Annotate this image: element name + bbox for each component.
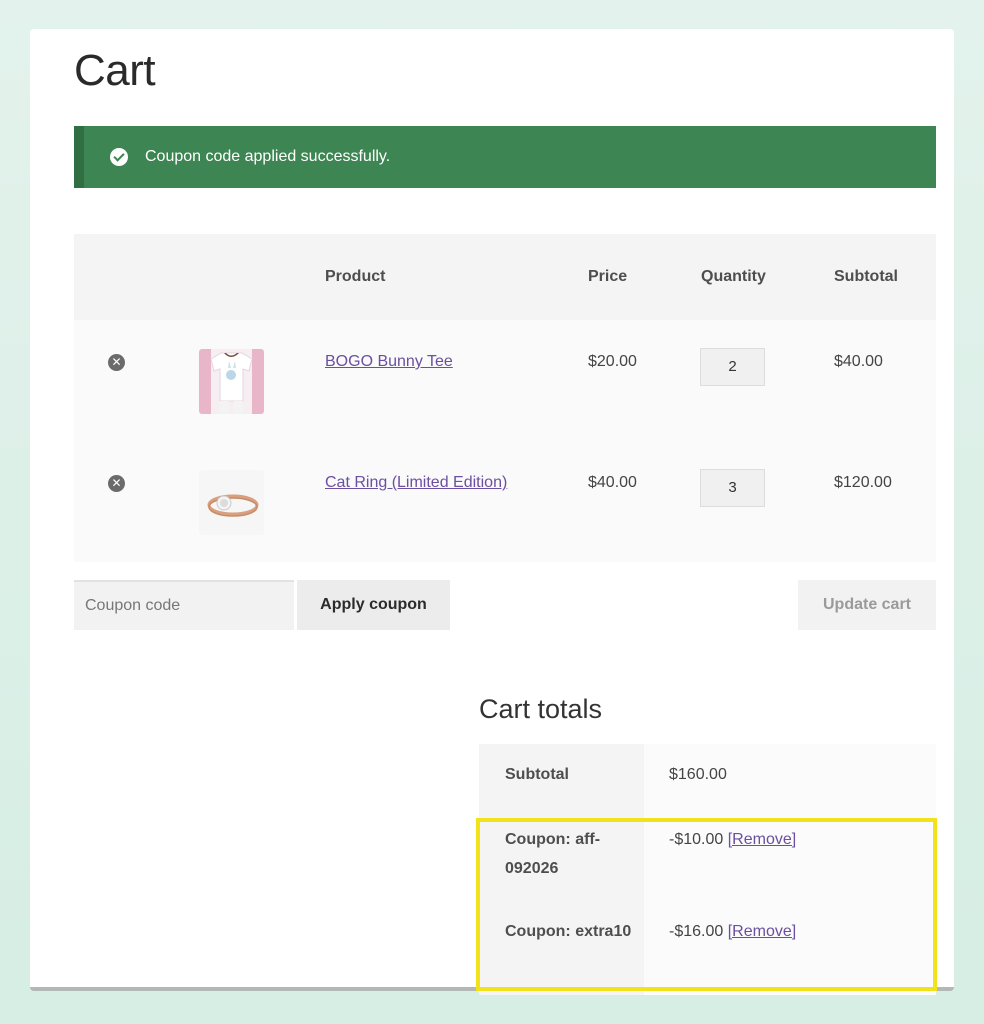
header-quantity: Quantity [701, 268, 766, 285]
coupon-amount-cell: -$16.00 [Remove] [644, 903, 936, 995]
product-price: $20.00 [588, 353, 637, 370]
coupon-label: Coupon: extra10 [479, 903, 644, 995]
table-header: Product Price Quantity Subtotal [74, 234, 936, 320]
success-notice: Coupon code applied successfully. [74, 126, 936, 188]
ring-photo[interactable] [199, 470, 264, 535]
product-subtotal: $40.00 [834, 353, 883, 370]
apply-coupon-button[interactable]: Apply coupon [297, 580, 450, 630]
t-shirt-photo[interactable] [199, 349, 264, 414]
cart-totals-title: Cart totals [479, 694, 603, 724]
subtotal-value: $160.00 [644, 744, 936, 811]
check-circle-icon [110, 148, 128, 166]
coupon-amount: -$16.00 [669, 923, 724, 940]
coupon-label: Coupon: aff-092026 [479, 811, 644, 903]
coupon-amount: -$10.00 [669, 831, 724, 848]
coupon-code-input[interactable] [74, 580, 294, 630]
remove-item-icon[interactable]: ✕ [108, 475, 125, 492]
product-subtotal: $120.00 [834, 474, 892, 491]
notice-message: Coupon code applied successfully. [145, 148, 391, 165]
product-price: $40.00 [588, 474, 637, 491]
update-cart-button[interactable]: Update cart [798, 580, 936, 630]
coupon-label-text: Coupon: aff-092026 [505, 831, 601, 877]
quantity-input[interactable] [700, 469, 765, 507]
header-price: Price [588, 268, 628, 285]
totals-row-coupon: Coupon: extra10 -$16.00 [Remove] [479, 903, 936, 995]
coupon-amount-cell: -$10.00 [Remove] [644, 811, 936, 903]
table-row: ✕ BOGO Bunny Tee $20.00 $40.00 [74, 320, 936, 441]
totals-row-coupon: Coupon: aff-092026 -$10.00 [Remove] [479, 811, 936, 903]
cart-table: Product Price Quantity Subtotal ✕ BOGO B… [74, 234, 936, 562]
product-link[interactable]: BOGO Bunny Tee [325, 353, 453, 371]
header-subtotal: Subtotal [834, 268, 898, 285]
page-title: Cart [74, 46, 156, 95]
coupon-label-text: Coupon: extra10 [505, 923, 632, 940]
totals-row-subtotal: Subtotal $160.00 [479, 744, 936, 811]
remove-coupon-link[interactable]: [Remove] [728, 831, 796, 848]
header-product: Product [325, 268, 386, 285]
remove-item-icon[interactable]: ✕ [108, 354, 125, 371]
subtotal-label: Subtotal [479, 744, 644, 811]
remove-coupon-link[interactable]: [Remove] [728, 923, 796, 940]
quantity-input[interactable] [700, 348, 765, 386]
product-link[interactable]: Cat Ring (Limited Edition) [325, 474, 507, 492]
table-row: ✕ Cat Ring (Limited Edition) $40.00 $120… [74, 441, 936, 562]
cart-totals-table: Subtotal $160.00 Coupon: aff-092026 -$10… [479, 744, 936, 995]
